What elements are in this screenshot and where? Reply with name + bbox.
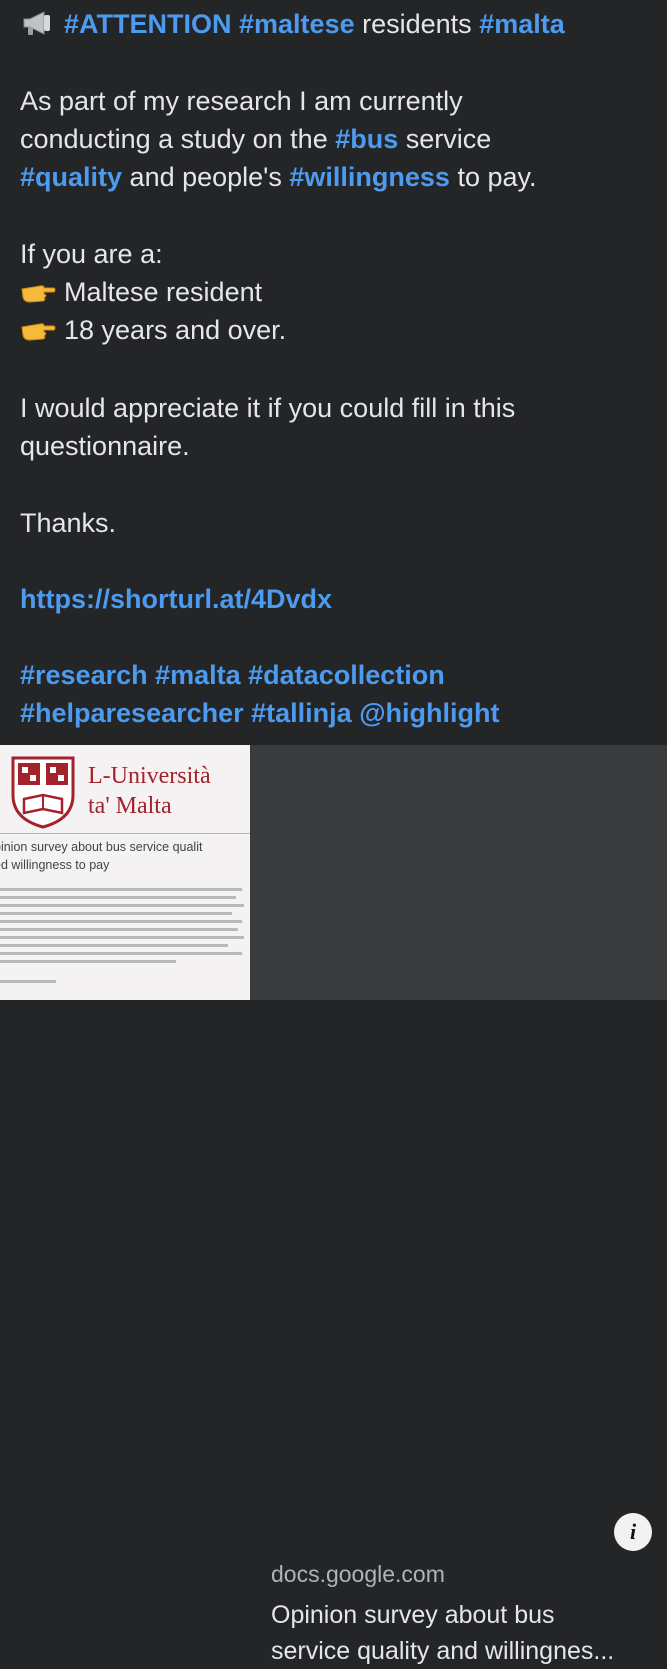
thumbnail-text-line bbox=[0, 920, 242, 923]
post-text: to pay. bbox=[457, 162, 537, 192]
university-name: L-Università ta' Malta bbox=[88, 761, 211, 821]
pointing-hand-icon bbox=[21, 285, 56, 303]
post-line: questionnaire. bbox=[20, 431, 190, 461]
post-text: conducting a study on the bbox=[20, 124, 328, 154]
link-preview-card[interactable]: L-Università ta' Malta pinion survey abo… bbox=[0, 745, 667, 1665]
thumbnail-text-line bbox=[0, 912, 232, 915]
hashtag-malta[interactable]: #malta bbox=[479, 9, 565, 39]
thumbnail-doc-title: ed willingness to pay bbox=[0, 858, 110, 872]
post-line: conducting a study on the #bus service bbox=[20, 120, 491, 158]
hashtags-line[interactable]: #research #malta #datacollection bbox=[20, 656, 445, 694]
link-domain: docs.google.com bbox=[271, 1561, 445, 1587]
post-line: Thanks. bbox=[20, 508, 117, 538]
university-name-line: ta' Malta bbox=[88, 793, 172, 819]
university-crest-icon bbox=[11, 756, 75, 829]
post-line-attention: #ATTENTION #maltese residents #malta bbox=[20, 5, 565, 43]
thumbnail-text-line bbox=[0, 896, 236, 899]
post-line: If you are a: bbox=[20, 239, 163, 269]
thumbnail-text-line bbox=[0, 980, 56, 983]
post-text: residents bbox=[362, 9, 472, 39]
link-title-line: service quality and willingnes... bbox=[271, 1637, 615, 1665]
bullet-item: 18 years and over. bbox=[20, 311, 286, 349]
post-body: #ATTENTION #maltese residents #malta As … bbox=[0, 0, 667, 745]
hashtag-quality[interactable]: #quality bbox=[20, 162, 122, 192]
hashtags-line[interactable]: #helparesearcher #tallinja @highlight bbox=[20, 694, 499, 732]
hashtag-maltese[interactable]: #maltese bbox=[239, 9, 355, 39]
hashtag-attention[interactable]: #ATTENTION bbox=[64, 9, 232, 39]
post-text: and people's bbox=[129, 162, 282, 192]
post-line: I would appreciate it if you could fill … bbox=[20, 393, 516, 423]
thumbnail-text-line bbox=[0, 944, 228, 947]
post-line: #quality and people's #willingness to pa… bbox=[20, 158, 537, 196]
university-name-line: L-Università bbox=[88, 763, 211, 789]
thumbnail-divider bbox=[0, 833, 250, 834]
hashtag-willingness[interactable]: #willingness bbox=[289, 162, 450, 192]
thumbnail-text-line bbox=[0, 888, 242, 891]
bullet-text: Maltese resident bbox=[64, 277, 263, 307]
post-line: As part of my research I am currently bbox=[20, 86, 463, 116]
thumbnail-text-line bbox=[0, 936, 244, 939]
loudspeaker-icon bbox=[23, 11, 50, 35]
post-url-link[interactable]: https://shorturl.at/4Dvdx bbox=[20, 580, 332, 618]
info-button[interactable]: i bbox=[614, 1513, 652, 1551]
link-title-line: Opinion survey about bus bbox=[271, 1601, 555, 1629]
pointing-hand-icon bbox=[21, 323, 56, 341]
hashtag-bus[interactable]: #bus bbox=[335, 124, 398, 154]
thumbnail-text-line bbox=[0, 960, 176, 963]
thumbnail-text-line bbox=[0, 904, 244, 907]
bullet-item: Maltese resident bbox=[20, 273, 262, 311]
bullet-text: 18 years and over. bbox=[64, 315, 287, 345]
thumbnail-document: pinion survey about bus service qualit e… bbox=[0, 840, 250, 1000]
post-text: service bbox=[405, 124, 492, 154]
university-logo: L-Università ta' Malta bbox=[10, 753, 246, 833]
link-title[interactable]: Opinion survey about bus service quality… bbox=[271, 1597, 661, 1669]
thumbnail-text-line bbox=[0, 928, 238, 931]
thumbnail-doc-title: pinion survey about bus service qualit bbox=[0, 840, 203, 854]
link-thumbnail[interactable]: L-Università ta' Malta pinion survey abo… bbox=[0, 745, 250, 1000]
thumbnail-text-line bbox=[0, 952, 242, 955]
